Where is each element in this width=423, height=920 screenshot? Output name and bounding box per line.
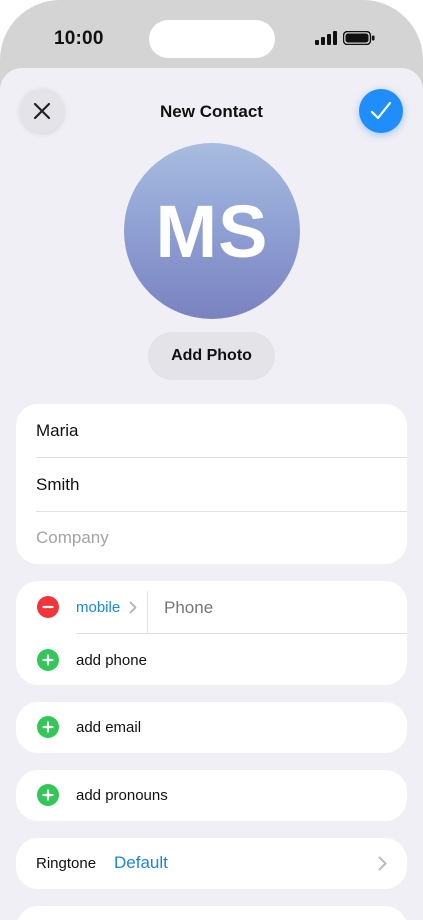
dynamic-island [149,20,275,58]
first-name-field[interactable]: Maria [36,404,407,457]
ringtone-row[interactable]: Ringtone Default [16,838,407,889]
phone-label-selector[interactable]: mobile [76,599,120,616]
divider [147,591,148,633]
plus-icon [42,721,54,733]
battery-icon [343,31,375,45]
pronouns-card[interactable]: add pronouns [16,770,407,821]
status-icons [315,31,375,45]
add-phone-button[interactable]: add phone [76,652,147,669]
company-field[interactable]: Company [36,511,407,564]
avatar-initials: MS [155,189,269,273]
add-email-button[interactable]: add email [76,719,141,736]
status-time: 10:00 [54,28,104,49]
cellular-signal-icon [315,31,337,45]
email-card[interactable]: add email [16,702,407,753]
checkmark-icon [370,101,392,120]
plus-icon [42,654,54,666]
contact-avatar[interactable]: MS [124,143,300,319]
phone-card: mobile add phone [16,581,407,685]
add-pronouns-icon-button[interactable] [37,784,59,806]
ringtone-value[interactable]: Default [114,853,168,873]
chevron-right-icon [129,601,137,614]
minus-icon [42,605,54,609]
plus-icon [42,789,54,801]
add-email-icon-button[interactable] [37,716,59,738]
phone-screen: 10:00 New Contact MS Add Photo Maria Smi… [0,0,423,920]
next-section-card [16,906,407,920]
done-button[interactable] [359,89,403,133]
ringtone-label: Ringtone [36,855,97,872]
last-name-field[interactable]: Smith [36,458,407,511]
divider [76,633,407,634]
new-contact-sheet: New Contact MS Add Photo Maria Smith Com… [0,68,423,920]
add-phone-icon-button[interactable] [37,649,59,671]
phone-input[interactable] [164,598,384,618]
name-card: Maria Smith Company [16,404,407,564]
add-pronouns-button[interactable]: add pronouns [76,787,168,804]
chevron-right-icon [378,856,387,871]
add-photo-button[interactable]: Add Photo [148,332,275,380]
remove-phone-button[interactable] [37,596,59,618]
